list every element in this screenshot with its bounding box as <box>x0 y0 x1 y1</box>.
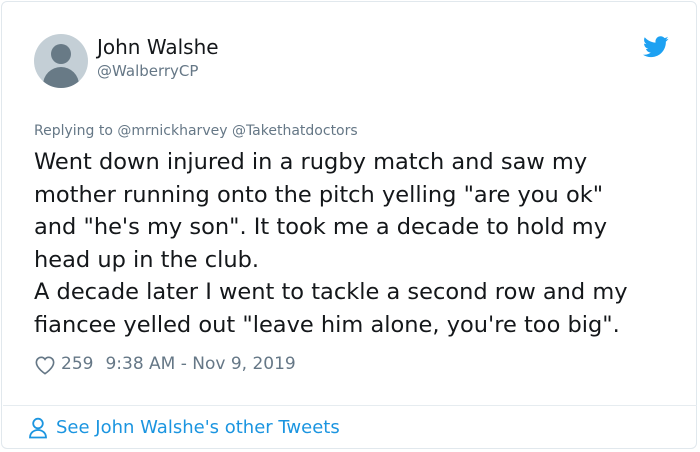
person-icon <box>29 417 47 439</box>
avatar[interactable] <box>34 34 88 88</box>
tweet-text-line: fiancee yelled out "leave him alone, you… <box>34 311 620 338</box>
tweet-text-line: head up in the club. <box>34 246 260 273</box>
replying-prefix: Replying to <box>34 123 113 139</box>
tweet-text-line: and "he's my son". It took me a decade t… <box>34 214 608 240</box>
see-other-tweets-label[interactable]: See John Walshe's other Tweets <box>56 416 340 440</box>
tweet-text: Went down injured in a rugby match and s… <box>34 146 684 341</box>
twitter-bird-icon[interactable] <box>643 36 669 58</box>
like-count[interactable]: 259 <box>61 352 93 376</box>
tweet-text-line: Went down injured in a rugby match and s… <box>34 149 588 175</box>
replying-to: Replying to @mrnickharvey @Takethatdocto… <box>34 122 358 140</box>
heart-icon[interactable] <box>34 355 56 375</box>
tweet-text-line: mother running onto the pitch yelling "a… <box>34 181 604 208</box>
avatar-head-shape <box>51 44 71 64</box>
author-name[interactable]: John Walshe <box>97 34 219 60</box>
avatar-body-shape <box>43 67 79 88</box>
replying-mentions[interactable]: @mrnickharvey @Takethatdoctors <box>117 123 357 139</box>
embedded-tweet-card: John Walshe @WalberryCP Replying to @mrn… <box>1 1 697 449</box>
author-handle[interactable]: @WalberryCP <box>97 61 198 81</box>
tweet-meta: 259 9:38 AM - Nov 9, 2019 <box>34 352 296 376</box>
tweet-text-line: A decade later I went to tackle a second… <box>34 279 628 305</box>
tweet-timestamp[interactable]: 9:38 AM - Nov 9, 2019 <box>105 352 295 376</box>
see-other-tweets-link[interactable]: See John Walshe's other Tweets <box>28 416 340 440</box>
divider <box>3 405 697 406</box>
